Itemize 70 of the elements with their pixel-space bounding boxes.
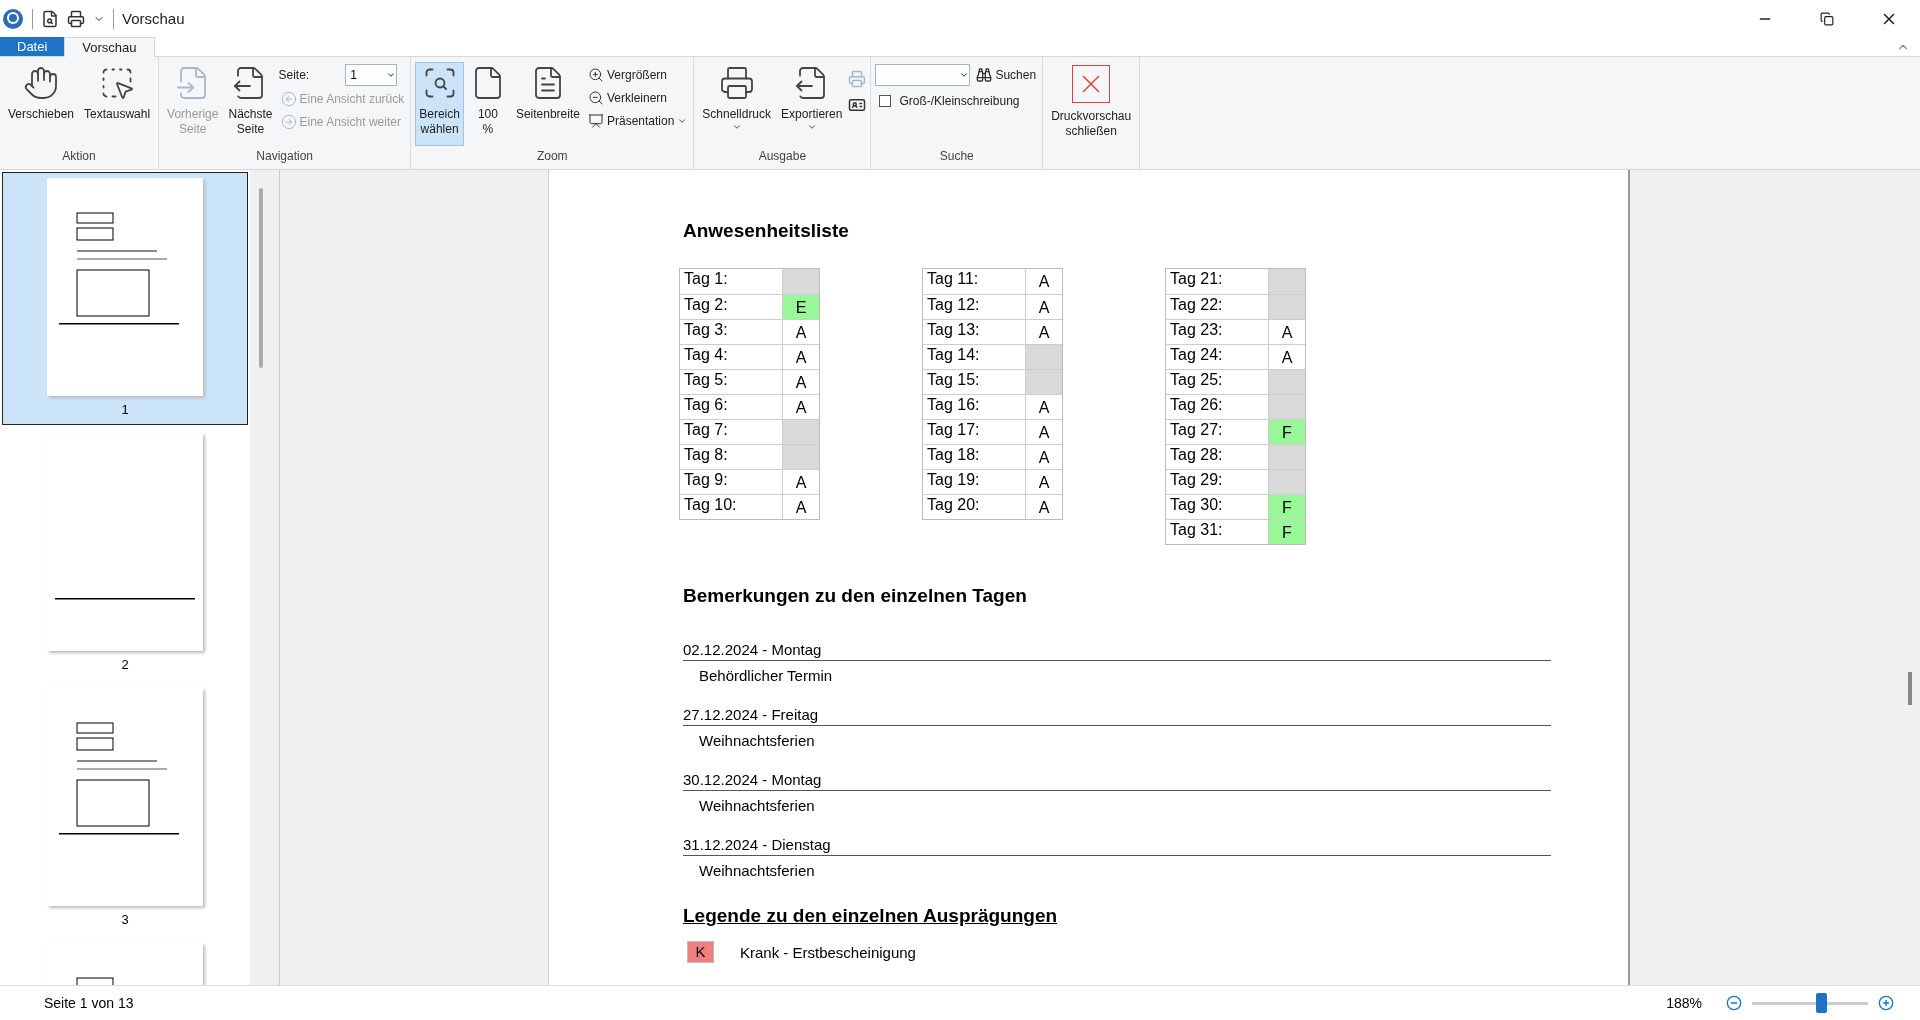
section-heading: Legende zu den einzelnen Ausprägungen — [683, 905, 1059, 927]
ribbon-button[interactable]: Verkleinern — [585, 87, 690, 108]
ribbon-button[interactable]: Schnelldruck — [698, 62, 776, 146]
status-cell: F — [1269, 495, 1305, 519]
ribbon-tab[interactable]: Datei — [0, 37, 65, 56]
page-dropdown[interactable]: 1 — [345, 64, 398, 86]
ribbon-button[interactable]: Druckvorschau schließen — [1047, 62, 1136, 146]
ribbon-button[interactable]: Exportieren — [777, 62, 847, 146]
scrollbar-thumb[interactable] — [259, 188, 263, 368]
zoom-in-icon — [587, 66, 604, 83]
zoom-level: 188% — [1666, 995, 1702, 1011]
group-label: Ausgabe — [757, 148, 808, 165]
checkbox-label: Groß-/Kleinschreibung — [899, 94, 1020, 108]
field-label: Seite: — [278, 68, 310, 82]
legend-swatch: K — [687, 941, 714, 963]
printer-icon[interactable] — [67, 9, 85, 28]
zoom-in-icon[interactable] — [1878, 995, 1894, 1011]
window-title: Vorschau — [122, 10, 185, 27]
ribbon-tab[interactable]: Vorschau — [64, 37, 155, 57]
checkbox[interactable] — [879, 95, 892, 107]
document-search-icon[interactable] — [41, 9, 59, 28]
arrow-right-icon — [280, 113, 297, 130]
page-thumbnail-item[interactable]: 3 — [2, 682, 248, 935]
remark-date: 30.12.2024 - Montag — [683, 770, 823, 790]
ribbon-button[interactable]: Vergrößern — [585, 64, 690, 85]
ribbon-button[interactable]: Textauswahl — [80, 62, 155, 146]
page-number: 1 — [121, 402, 129, 417]
remark-date: 02.12.2024 - Montag — [683, 640, 823, 660]
section-heading: Anwesenheitsliste — [683, 220, 850, 242]
status-cell: E — [783, 295, 819, 319]
group-label: Aktion — [61, 148, 97, 165]
group-label: Navigation — [255, 148, 314, 165]
ribbon-button[interactable]: 100 % — [465, 62, 510, 146]
remark-text: Weihnachtsferien — [698, 796, 816, 814]
section-heading: Bemerkungen zu den einzelnen Tagen — [683, 585, 1028, 607]
remark-date: 31.12.2024 - Dienstag — [683, 835, 832, 855]
ribbon-button[interactable]: Präsentation — [585, 110, 690, 131]
printer-icon — [718, 65, 755, 101]
page-thumbnail-item[interactable]: 1 — [2, 172, 248, 425]
page-number: 3 — [121, 912, 129, 927]
scrollbar-thumb[interactable] — [1908, 672, 1912, 705]
caret-icon — [959, 70, 970, 80]
remark-date: 27.12.2024 - Freitag — [683, 705, 820, 725]
slider-thumb[interactable] — [1816, 993, 1828, 1013]
binoculars-icon — [976, 67, 993, 83]
status-cell: F — [1269, 520, 1305, 544]
page-status: Seite 1 von 13 — [44, 995, 134, 1011]
ribbon-button[interactable]: Seitenbreite — [511, 62, 584, 146]
card-icon[interactable] — [848, 96, 867, 114]
page-number: 2 — [121, 657, 129, 672]
close-icon — [1072, 65, 1111, 103]
arrow-left-icon — [280, 90, 297, 107]
zoom-out-icon — [587, 89, 604, 106]
caret-icon — [386, 70, 397, 80]
hand-icon — [23, 65, 59, 101]
remark-text: Weihnachtsferien — [698, 861, 816, 879]
ribbon-button[interactable]: Nächste Seite — [224, 62, 277, 146]
ribbon-button[interactable]: Verschieben — [4, 62, 79, 146]
remark-text: Behördlicher Termin — [698, 666, 834, 684]
group-label: Zoom — [535, 148, 569, 165]
screen-icon — [587, 112, 604, 129]
zoom-out-icon[interactable] — [1726, 995, 1742, 1011]
remark-text: Weihnachtsferien — [698, 731, 816, 749]
search-button[interactable]: Suchen — [974, 64, 1039, 86]
legend-label: Krank - Erstbescheinigung — [740, 943, 916, 961]
group-label: Suche — [938, 148, 975, 165]
page-thumbnail-item[interactable]: 2 — [2, 427, 248, 680]
ribbon-button[interactable]: Bereich wählen — [415, 62, 464, 146]
status-cell: F — [1269, 420, 1305, 444]
restore-icon[interactable] — [1820, 11, 1834, 26]
